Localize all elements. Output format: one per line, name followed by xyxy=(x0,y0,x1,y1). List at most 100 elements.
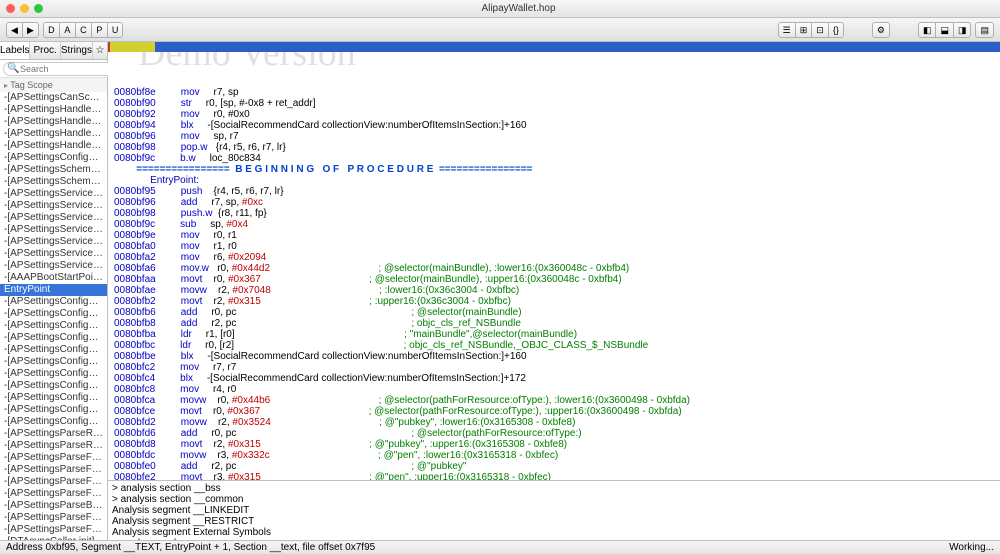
asm-line[interactable]: 0080bfe2 movt r3, #0x315 ; @"pen", :uppe… xyxy=(114,472,1000,480)
asm-line[interactable]: 0080bf98 pop.w {r4, r5, r6, r7, lr} xyxy=(114,142,1000,153)
symbol-item[interactable]: -[APSettingsHandleOpenSchemeHa... xyxy=(0,140,107,152)
asm-line[interactable]: 0080bfae movw r2, #0x7048 ; :lower16:(0x… xyxy=(114,285,1000,296)
mode-a[interactable]: A xyxy=(59,22,75,38)
asm-line[interactable]: 0080bfd6 add r0, pc ; @selector(pathForR… xyxy=(114,428,1000,439)
asm-line[interactable]: 0080bfc8 mov r4, r0 xyxy=(114,384,1000,395)
gear-icon[interactable]: ⚙ xyxy=(872,22,890,38)
symbol-item[interactable]: -[APSettingsConfigGateway doSetG... xyxy=(0,320,107,332)
minimize-icon[interactable] xyxy=(20,4,29,13)
asm-line[interactable]: 0080bfa2 mov r6, #0x2094 xyxy=(114,252,1000,263)
asm-line[interactable]: ================ B E G I N N I N G O F P… xyxy=(114,164,1000,175)
asm-line[interactable]: 0080bfb2 movt r2, #0x315 ; :upper16:(0x3… xyxy=(114,296,1000,307)
asm-line[interactable]: 0080bfa0 mov r1, r0 xyxy=(114,241,1000,252)
symbol-item[interactable]: -[APSettingsParseFailResult .cxx_de... xyxy=(0,488,107,500)
symbol-item[interactable]: -[APSettingsService setEnvName:] xyxy=(0,248,107,260)
panel-right-button[interactable]: ◨ xyxy=(953,22,972,38)
symbol-item[interactable]: -[APSettingsConfigMonitorUrl doSet... xyxy=(0,368,107,380)
symbol-item[interactable]: -[APSettingsConfigUrlFactory share... xyxy=(0,380,107,392)
nav-fwd-button[interactable]: ▶ xyxy=(22,22,39,38)
mode-p[interactable]: P xyxy=(91,22,107,38)
tab-star-icon[interactable]: ☆ xyxy=(93,42,107,59)
segment-map[interactable] xyxy=(108,42,1000,52)
symbol-item[interactable]: -[APSettingsSchemeHandler canHa... xyxy=(0,164,107,176)
asm-line[interactable]: 0080bfdc movw r3, #0x332c ; @"pen", :low… xyxy=(114,450,1000,461)
symbol-item[interactable]: -[APSettingsParseResult setValid:] xyxy=(0,440,107,452)
asm-line[interactable]: 0080bf96 mov sp, r7 xyxy=(114,131,1000,142)
panel-bottom-button[interactable]: ⬓ xyxy=(935,22,953,38)
asm-line[interactable]: 0080bf9c b.w loc_80c834 xyxy=(114,153,1000,164)
asm-line[interactable]: 0080bfd8 movt r2, #0x315 ; @"pubkey", :u… xyxy=(114,439,1000,450)
view-pseudo-button[interactable]: {} xyxy=(828,22,844,38)
symbol-item[interactable]: -[APSettingsHandleOpenSchemeHa... xyxy=(0,104,107,116)
view-hex-button[interactable]: ⊞ xyxy=(795,22,812,38)
asm-line[interactable]: 0080bf90 str r0, [sp, #-0x8 + ret_addr] xyxy=(114,98,1000,109)
symbol-item[interactable]: -[APSettingsParseFailResult initWith... xyxy=(0,452,107,464)
view-asm-button[interactable]: ☰ xyxy=(778,22,795,38)
asm-line[interactable]: 0080bfce movt r0, #0x367 ; @selector(pat… xyxy=(114,406,1000,417)
mode-d[interactable]: D xyxy=(43,22,59,38)
asm-line[interactable]: 0080bf96 add r7, sp, #0xc xyxy=(114,197,1000,208)
asm-line[interactable]: 0080bfba ldr r1, [r0] ; "mainBundle",@se… xyxy=(114,329,1000,340)
asm-line[interactable]: 0080bfb6 add r0, pc ; @selector(mainBund… xyxy=(114,307,1000,318)
view-cfg-button[interactable]: ⊡ xyxy=(811,22,828,38)
symbol-item[interactable]: -[APSettingsHandleOpenSchemeHa... xyxy=(0,116,107,128)
symbol-item[interactable]: -[APSettingsService start] xyxy=(0,188,107,200)
asm-line[interactable]: 0080bfe0 add r2, pc ; @"pubkey" xyxy=(114,461,1000,472)
nav-back-button[interactable]: ◀ xyxy=(6,22,22,38)
asm-line[interactable]: 0080bfc2 mov r7, r7 xyxy=(114,362,1000,373)
asm-line[interactable]: 0080bfbc ldr r0, [r2] ; objc_cls_ref_NSB… xyxy=(114,340,1000,351)
asm-line[interactable]: 0080bfaa movt r0, #0x367 ; @selector(mai… xyxy=(114,274,1000,285)
symbol-item[interactable]: -[APSettingsHandleOpenSchemeHa... xyxy=(0,128,107,140)
asm-line[interactable]: 0080bf8e mov r7, sp xyxy=(114,87,1000,98)
symbol-item[interactable]: -[APSettingsConfigSafePayUrl doSe... xyxy=(0,356,107,368)
asm-line[interactable]: 0080bfbe blx -[SocialRecommendCard colle… xyxy=(114,351,1000,362)
symbol-item[interactable]: -[APSettingsParseBase doParseRu:] xyxy=(0,500,107,512)
panel-extra-button[interactable]: ▤ xyxy=(975,22,994,38)
symbol-item[interactable]: -[APSettingsParseResult valid] xyxy=(0,428,107,440)
tab-labels[interactable]: Labels xyxy=(0,42,30,59)
asm-line[interactable]: 0080bfd2 movw r2, #0x3524 ; @"pubkey", :… xyxy=(114,417,1000,428)
symbol-item[interactable]: -[APSettingsConfigRPCUrl doSetUrl:] xyxy=(0,332,107,344)
symbol-item[interactable]: -[APSettingsConfigUrl doSetUrl:] xyxy=(0,296,107,308)
mode-u[interactable]: U xyxy=(107,22,124,38)
asm-line[interactable]: EntryPoint: xyxy=(114,175,1000,186)
tab-strings[interactable]: Strings xyxy=(61,42,93,59)
symbol-item[interactable]: -[APSettingsParseFactory sharedIns... xyxy=(0,512,107,524)
asm-line[interactable]: 0080bfb8 add r2, pc ; objc_cls_ref_NSBun… xyxy=(114,318,1000,329)
symbol-item[interactable]: -[APSettingsSchemeHandler handle... xyxy=(0,176,107,188)
asm-line[interactable]: 0080bfca movw r0, #0x44b6 ; @selector(pa… xyxy=(114,395,1000,406)
asm-line[interactable]: 0080bfc4 blx -[SocialRecommendCard colle… xyxy=(114,373,1000,384)
symbol-item[interactable]: -[APSettingsConfigPushUrl doSetUrl:] xyxy=(0,344,107,356)
symbol-item[interactable]: -[APSettingsConfigUrlFactory setMr... xyxy=(0,404,107,416)
symbol-item[interactable]: -[APSettingsService envName] xyxy=(0,200,107,212)
symbol-item[interactable]: -[AAAPBootStartPoint load] xyxy=(0,272,107,284)
disassembly-view[interactable]: Demo Version 0080bf8e mov r7, sp0080bf90… xyxy=(108,52,1000,480)
mode-c[interactable]: C xyxy=(75,22,91,38)
symbol-item[interactable]: -[APSettingsCanSchemeHandleParame... xyxy=(0,92,107,104)
close-icon[interactable] xyxy=(6,4,15,13)
asm-line[interactable]: 0080bf94 blx -[SocialRecommendCard colle… xyxy=(114,120,1000,131)
symbol-item[interactable]: -[APSettingsConfigUrlFactory setUr... xyxy=(0,392,107,404)
symbol-item[interactable]: -[APSettingsParseFailResult setFailR... xyxy=(0,476,107,488)
symbol-item[interactable]: -[APSettingsConfigMtopEnvironmen... xyxy=(0,308,107,320)
symbol-item[interactable]: -[APSettingsService setUrlConfig:] xyxy=(0,212,107,224)
tab-proc[interactable]: Proc. xyxy=(30,42,60,59)
asm-line[interactable]: 0080bf95 push {r4, r5, r6, r7, lr} xyxy=(114,186,1000,197)
symbol-item[interactable]: -[APSettingsParseFailResult failRes... xyxy=(0,464,107,476)
symbol-item[interactable]: -[APSettingsConfigPublicServiceGat... xyxy=(0,152,107,164)
asm-line[interactable]: 0080bf98 push.w {r8, r11, fp} xyxy=(114,208,1000,219)
symbol-item[interactable]: -[APSettingsService .cxx_destruct] xyxy=(0,260,107,272)
panel-left-button[interactable]: ◧ xyxy=(918,22,936,38)
asm-line[interactable]: 0080bfa6 mov.w r0, #0x44d2 ; @selector(m… xyxy=(114,263,1000,274)
symbol-item[interactable]: -[APSettingsParseFactory parseUrl:] xyxy=(0,524,107,536)
tag-scope-header[interactable]: Tag Scope xyxy=(0,78,107,92)
asm-line[interactable]: 0080bf92 mov r0, #0x0 xyxy=(114,109,1000,120)
asm-line[interactable]: 0080bf9c sub sp, #0x4 xyxy=(114,219,1000,230)
zoom-icon[interactable] xyxy=(34,4,43,13)
symbol-item[interactable]: -[APSettingsService envName] xyxy=(0,236,107,248)
symbol-item[interactable]: -[APSettingsConfigUrlFactory setGa... xyxy=(0,416,107,428)
asm-line[interactable]: 0080bf9e mov r0, r1 xyxy=(114,230,1000,241)
symbol-item[interactable]: -[APSettingsService setMrpcConfig:] xyxy=(0,224,107,236)
symbol-item[interactable]: -[DTAsyncCaller init] xyxy=(0,536,107,540)
symbol-list[interactable]: -[APSettingsCanSchemeHandleParame...-[AP… xyxy=(0,92,107,540)
